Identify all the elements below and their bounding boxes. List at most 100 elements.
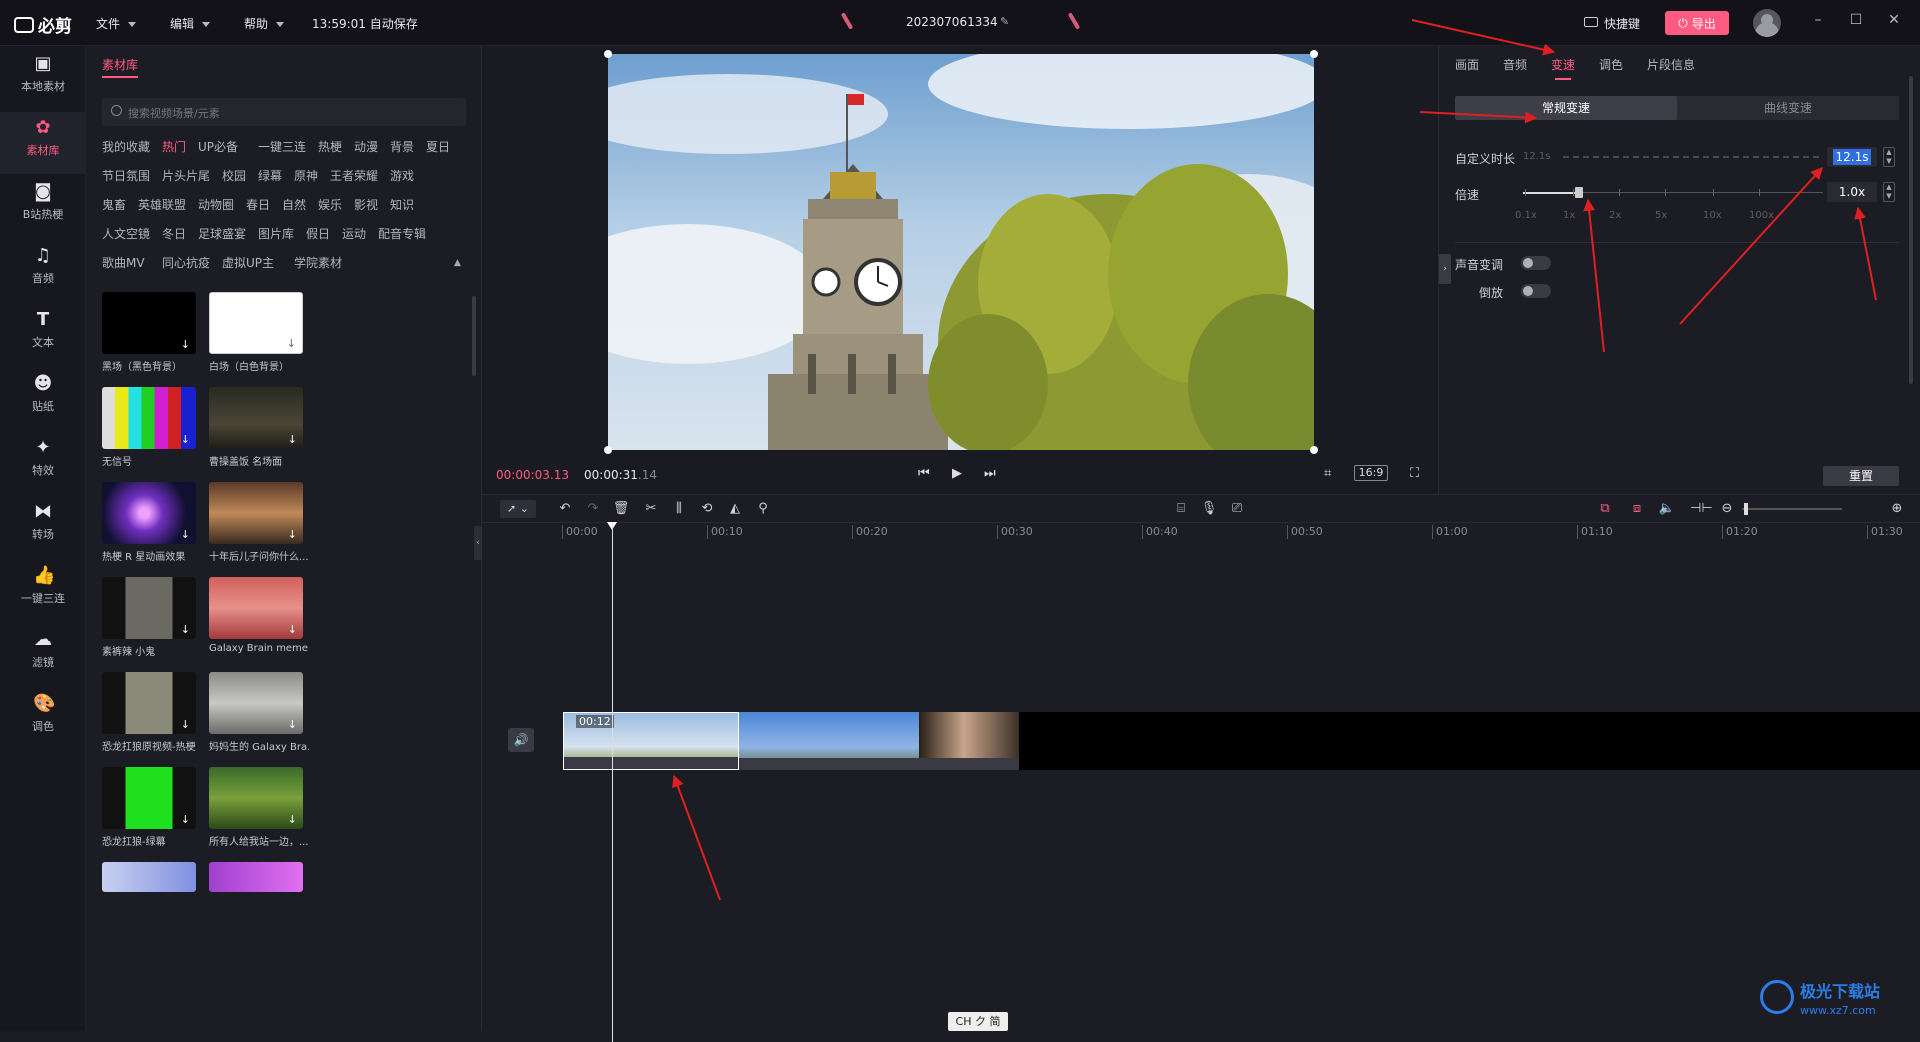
speed-input[interactable]: 1.0x bbox=[1827, 182, 1877, 202]
tag-item[interactable]: 动物圈 bbox=[198, 196, 234, 213]
mute-icon[interactable]: 🔈 bbox=[1658, 501, 1676, 516]
library-item-thumbnail[interactable]: ↓ bbox=[102, 577, 196, 639]
library-item-thumbnail[interactable] bbox=[209, 862, 303, 892]
zoom-out-icon[interactable]: ⊖ bbox=[1718, 501, 1736, 516]
library-item-thumbnail[interactable]: ↓ bbox=[102, 482, 196, 544]
resize-handle[interactable] bbox=[1310, 50, 1318, 58]
tag-item[interactable]: 动漫 bbox=[354, 138, 378, 155]
camera-icon[interactable]: ⎚ bbox=[1228, 501, 1246, 516]
menu-file[interactable]: 文件 bbox=[96, 15, 137, 32]
mode-curve-button[interactable]: 曲线变速 bbox=[1677, 96, 1899, 120]
tag-item[interactable]: 娱乐 bbox=[318, 196, 342, 213]
scrollbar[interactable] bbox=[1909, 76, 1913, 384]
tag-item[interactable]: 同心抗疫 bbox=[162, 254, 210, 271]
download-icon[interactable]: ↓ bbox=[181, 338, 190, 351]
snap-icon[interactable]: ⧈ bbox=[1628, 501, 1646, 516]
ocr-icon[interactable]: ⌸ bbox=[1172, 501, 1190, 516]
pin-icon[interactable]: ⚲ bbox=[754, 501, 772, 516]
export-button[interactable]: ⏻ 导出 bbox=[1665, 11, 1729, 35]
tag-item[interactable]: 鬼畜 bbox=[102, 196, 126, 213]
video-preview[interactable] bbox=[608, 54, 1314, 450]
tag-item[interactable]: 原神 bbox=[294, 167, 318, 184]
library-item-thumbnail[interactable]: ↓ bbox=[102, 672, 196, 734]
split-icon[interactable]: ✂ bbox=[642, 501, 660, 516]
delete-icon[interactable]: 🗑 bbox=[612, 501, 630, 516]
play-icon[interactable]: ▶ bbox=[952, 466, 962, 481]
aspect-ratio-button[interactable]: 16:9 bbox=[1354, 465, 1388, 481]
tag-item[interactable]: 夏日 bbox=[426, 138, 450, 155]
clip[interactable] bbox=[919, 712, 1019, 770]
library-item-thumbnail[interactable] bbox=[102, 862, 196, 892]
sidebar-item-bilibili[interactable]: ◙ B站热梗 bbox=[0, 176, 86, 238]
reset-button[interactable]: 重置 bbox=[1823, 466, 1899, 486]
search-input[interactable]: 搜索视频场景/元素 bbox=[102, 98, 466, 126]
track-audio-icon[interactable]: 🔊 bbox=[508, 728, 534, 752]
menu-help[interactable]: 帮助 bbox=[244, 15, 285, 32]
tag-item[interactable]: 图片库 bbox=[258, 225, 294, 242]
resize-handle[interactable] bbox=[604, 446, 612, 454]
library-item-thumbnail[interactable]: ↓ bbox=[209, 292, 303, 354]
selected-clip[interactable]: 00:12 bbox=[563, 712, 739, 770]
crop-icon[interactable]: ⌗ bbox=[1324, 466, 1331, 481]
download-icon[interactable]: ↓ bbox=[288, 528, 297, 541]
sidebar-item-color[interactable]: 🎨 调色 bbox=[0, 688, 86, 750]
mode-normal-button[interactable]: 常规变速 bbox=[1455, 96, 1677, 120]
shortcut-button[interactable]: 快捷键 bbox=[1584, 15, 1640, 32]
minimize-icon[interactable]: – bbox=[1808, 12, 1828, 28]
duration-stepper[interactable]: ▲ ▼ bbox=[1883, 147, 1895, 167]
speed-stepper[interactable]: ▲ ▼ bbox=[1883, 182, 1895, 202]
resize-handle[interactable] bbox=[604, 50, 612, 58]
tab-clip-info[interactable]: 片段信息 bbox=[1647, 56, 1695, 73]
edit-name-icon[interactable]: ✎ bbox=[1000, 15, 1009, 28]
tag-item[interactable]: 人文空镜 bbox=[102, 225, 150, 242]
sidebar-item-local[interactable]: ▣ 本地素材 bbox=[0, 48, 86, 110]
tab-picture[interactable]: 画面 bbox=[1455, 56, 1479, 73]
tab-library[interactable]: 素材库 bbox=[102, 56, 139, 78]
menu-edit[interactable]: 编辑 bbox=[170, 15, 211, 32]
tag-item[interactable]: 配音专辑 bbox=[378, 225, 426, 242]
link-icon[interactable]: ⧉ bbox=[1596, 501, 1614, 516]
clip[interactable] bbox=[739, 712, 919, 770]
tab-color[interactable]: 调色 bbox=[1599, 56, 1623, 73]
tag-item[interactable]: 游戏 bbox=[390, 167, 414, 184]
zoom-slider[interactable] bbox=[1742, 508, 1842, 510]
tag-item[interactable]: 热门 bbox=[162, 138, 186, 155]
rotate-icon[interactable]: ⟲ bbox=[698, 501, 716, 516]
tag-item[interactable]: 虚拟UP主 bbox=[222, 254, 274, 271]
avatar[interactable] bbox=[1753, 9, 1781, 37]
time-ruler[interactable]: 00:00 00:10 00:20 00:30 00:40 00:50 01:00 01:10… bbox=[562, 525, 1920, 547]
playhead[interactable] bbox=[612, 522, 613, 1042]
tab-speed[interactable]: 变速 bbox=[1551, 56, 1575, 80]
expand-icon[interactable]: › bbox=[1439, 254, 1451, 284]
sidebar-item-effect[interactable]: ✦ 特效 bbox=[0, 432, 86, 494]
maximize-icon[interactable]: ☐ bbox=[1846, 12, 1866, 28]
tag-item[interactable]: 影视 bbox=[354, 196, 378, 213]
library-item-thumbnail[interactable]: ↓ bbox=[209, 482, 303, 544]
mic-icon[interactable]: 🎙 bbox=[1200, 501, 1218, 516]
reverse-toggle[interactable] bbox=[1521, 284, 1551, 298]
sidebar-item-sticker[interactable]: ☻ 贴纸 bbox=[0, 368, 86, 430]
redo-icon[interactable]: ↷ bbox=[584, 501, 602, 516]
duration-slider[interactable] bbox=[1563, 156, 1819, 158]
library-item-thumbnail[interactable]: ↓ bbox=[102, 387, 196, 449]
tag-item[interactable]: 知识 bbox=[390, 196, 414, 213]
download-icon[interactable]: ↓ bbox=[181, 623, 190, 636]
library-item-thumbnail[interactable]: ↓ bbox=[102, 767, 196, 829]
tag-item[interactable]: 热梗 bbox=[318, 138, 342, 155]
tag-item[interactable]: 绿幕 bbox=[258, 167, 282, 184]
tag-item[interactable]: 英雄联盟 bbox=[138, 196, 186, 213]
tag-item[interactable]: 足球盛宴 bbox=[198, 225, 246, 242]
tag-item[interactable]: 学院素材 bbox=[294, 254, 342, 271]
download-icon[interactable]: ↓ bbox=[181, 433, 190, 446]
undo-icon[interactable]: ↶ bbox=[556, 501, 574, 516]
download-icon[interactable]: ↓ bbox=[288, 433, 297, 446]
tab-audio[interactable]: 音频 bbox=[1503, 56, 1527, 73]
sidebar-item-audio[interactable]: ♫ 音频 bbox=[0, 240, 86, 302]
tag-item[interactable]: 校园 bbox=[222, 167, 246, 184]
collapse-up-icon[interactable]: ▲ bbox=[454, 258, 461, 268]
tag-item[interactable]: 节日氛围 bbox=[102, 167, 150, 184]
tag-item[interactable]: 冬日 bbox=[162, 225, 186, 242]
sidebar-item-triple[interactable]: 👍 一键三连 bbox=[0, 560, 86, 622]
download-icon[interactable]: ↓ bbox=[181, 813, 190, 826]
close-icon[interactable]: ✕ bbox=[1884, 12, 1904, 28]
